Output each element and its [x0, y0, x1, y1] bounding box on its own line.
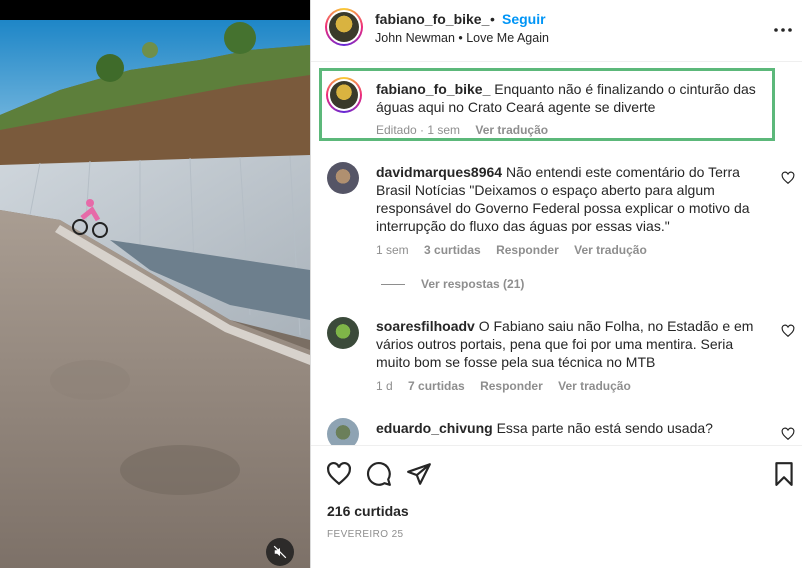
- comment-username[interactable]: soaresfilhoadv: [376, 318, 475, 334]
- comment-likes[interactable]: 3 curtidas: [424, 243, 481, 257]
- heart-icon[interactable]: [781, 324, 795, 338]
- comment-username[interactable]: eduardo_chivung: [376, 420, 493, 436]
- caption-edited: Editado · 1 sem: [376, 123, 461, 137]
- comment-time: 1 d: [376, 379, 393, 393]
- bookmark-icon[interactable]: [771, 461, 797, 487]
- replies-line: [381, 284, 405, 286]
- author-username[interactable]: fabiano_fo_bike_: [375, 11, 489, 27]
- mute-button[interactable]: [266, 538, 294, 566]
- reply-button[interactable]: Responder: [480, 379, 543, 393]
- more-options-button[interactable]: [771, 18, 795, 42]
- audio-track[interactable]: John Newman • Love Me Again: [375, 31, 549, 45]
- caption-username[interactable]: fabiano_fo_bike_: [376, 81, 490, 97]
- view-replies-label: Ver respostas (21): [421, 277, 525, 291]
- translate-link[interactable]: Ver tradução: [574, 243, 647, 257]
- post-header: fabiano_fo_bike_ • Seguir John Newman • …: [311, 0, 802, 62]
- heart-icon[interactable]: [781, 427, 795, 441]
- caption-text: fabiano_fo_bike_ Enquanto não é finaliza…: [376, 80, 766, 116]
- view-replies-button[interactable]: Ver respostas (21): [381, 277, 524, 291]
- comment-text: davidmarques8964 Não entendi este coment…: [376, 163, 766, 235]
- comment-meta: 1 d 7 curtidas Responder Ver tradução: [376, 379, 643, 393]
- comment-body: Essa parte não está sendo usada?: [496, 420, 713, 436]
- caption-avatar[interactable]: [326, 77, 362, 113]
- heart-icon[interactable]: [326, 461, 352, 487]
- comment-username[interactable]: davidmarques8964: [376, 164, 502, 180]
- speaker-muted-icon: [273, 545, 287, 559]
- translate-link[interactable]: Ver tradução: [558, 379, 631, 393]
- post-date: FEVEREIRO 25: [327, 529, 404, 540]
- follow-button[interactable]: Seguir: [502, 11, 546, 27]
- comment-text: soaresfilhoadv O Fabiano saiu não Folha,…: [376, 317, 766, 371]
- comment-time: 1 sem: [376, 243, 409, 257]
- post-media[interactable]: [0, 0, 310, 568]
- heart-icon[interactable]: [781, 171, 795, 185]
- video-frame: [0, 20, 310, 568]
- post-actions: 216 curtidas FEVEREIRO 25: [311, 445, 802, 568]
- reply-button[interactable]: Responder: [496, 243, 559, 257]
- commenter-avatar[interactable]: [327, 317, 359, 349]
- comment-icon[interactable]: [366, 461, 392, 487]
- comment-likes[interactable]: 7 curtidas: [408, 379, 465, 393]
- like-count[interactable]: 216 curtidas: [327, 503, 409, 519]
- paper-plane-icon[interactable]: [406, 461, 432, 487]
- media-top-bar: [0, 0, 310, 20]
- post-panel: fabiano_fo_bike_ • Seguir John Newman • …: [311, 0, 802, 568]
- comment-text: eduardo_chivung Essa parte não está send…: [376, 419, 766, 437]
- more-horizontal-icon: [774, 28, 792, 32]
- commenter-avatar[interactable]: [327, 162, 359, 194]
- caption-meta: Editado · 1 sem Ver tradução: [376, 123, 560, 137]
- author-avatar[interactable]: [325, 8, 363, 46]
- caption-translate-link[interactable]: Ver tradução: [475, 123, 548, 137]
- separator-dot: •: [490, 11, 495, 27]
- comment-meta: 1 sem 3 curtidas Responder Ver tradução: [376, 243, 659, 257]
